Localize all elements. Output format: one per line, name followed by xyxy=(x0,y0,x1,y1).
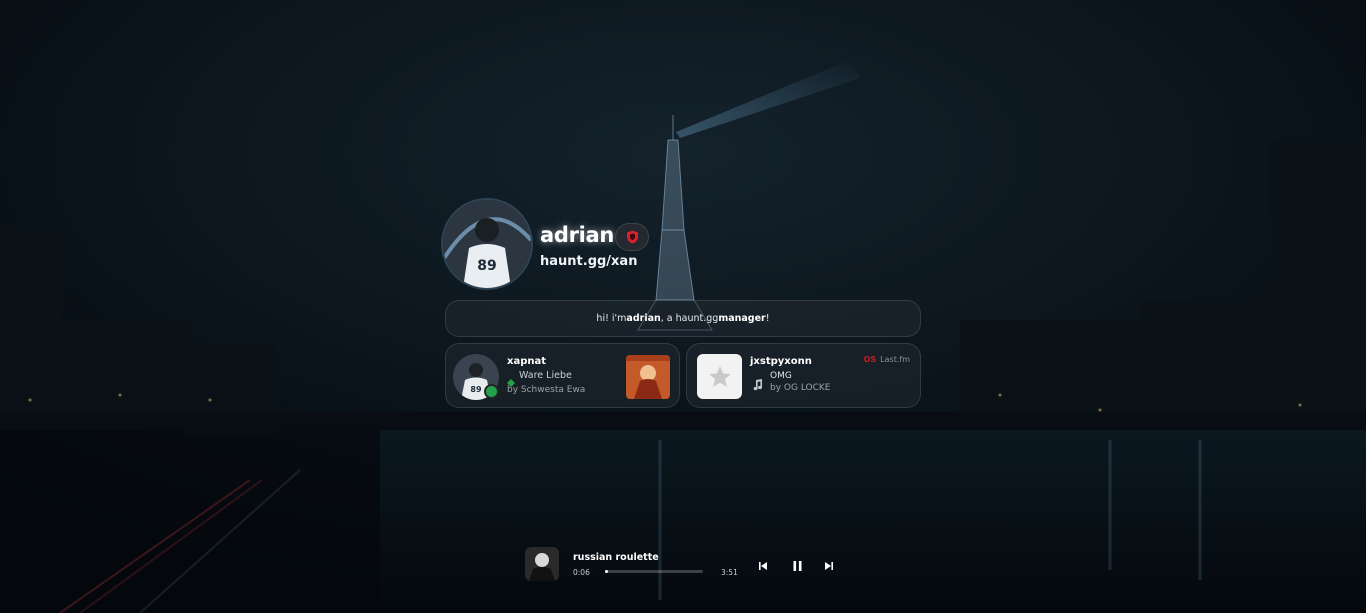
bio-suffix: ! xyxy=(765,313,770,324)
album-art xyxy=(626,355,670,399)
profile-avatar[interactable]: 89 xyxy=(443,200,531,288)
lastfm-song: OMG xyxy=(770,371,792,381)
discord-username: xapnat xyxy=(507,356,547,367)
player-duration: 3:51 xyxy=(721,568,738,577)
star-icon xyxy=(708,365,731,387)
player-current-time: 0:06 xyxy=(573,568,590,577)
svg-text:89: 89 xyxy=(477,258,496,274)
player-cover xyxy=(525,547,559,581)
discord-artist: by Schwesta Ewa xyxy=(507,385,586,395)
profile-handle[interactable]: haunt.gg/xan xyxy=(540,254,637,269)
lastfm-service: OS Last.fm xyxy=(864,355,910,364)
skip-back-icon xyxy=(759,562,767,570)
pause-button[interactable] xyxy=(789,558,805,574)
track-cover-placeholder xyxy=(697,354,742,399)
lastfm-username: jxstpyxonn xyxy=(750,356,812,367)
lastfm-card[interactable]: jxstpyxonn OS Last.fm OMG by OG LOCKE xyxy=(686,343,921,408)
player-progress-fill xyxy=(605,570,608,573)
player-progress-bar[interactable] xyxy=(605,570,703,573)
bio-role: manager xyxy=(718,313,766,324)
online-status-dot xyxy=(484,384,499,399)
role-badge[interactable] xyxy=(615,223,649,251)
bio-box: hi! i'm adrian, a haunt.gg manager! xyxy=(445,300,921,337)
music-note-icon xyxy=(752,376,763,395)
skip-forward-icon xyxy=(825,562,833,570)
discord-song: Ware Liebe xyxy=(519,370,572,381)
pause-icon xyxy=(793,561,801,571)
next-button[interactable] xyxy=(821,558,837,574)
previous-button[interactable] xyxy=(755,558,771,574)
shield-icon xyxy=(626,230,638,244)
profile-username: adrian xyxy=(540,223,615,247)
music-player: russian roulette 0:06 3:51 xyxy=(525,547,845,585)
bio-middle: , a haunt.gg xyxy=(660,313,719,324)
lastfm-artist: by OG LOCKE xyxy=(770,383,831,393)
bio-name: adrian xyxy=(626,313,661,324)
lastfm-logo-icon: OS xyxy=(863,355,877,364)
profile-header: 89 adrian haunt.gg/xan xyxy=(443,200,923,290)
discord-presence-card[interactable]: 89 xapnat Ware Liebe by Schwesta Ewa xyxy=(445,343,680,408)
svg-text:89: 89 xyxy=(470,385,482,394)
bio-prefix: hi! i'm xyxy=(596,313,627,324)
player-track-title: russian roulette xyxy=(573,552,659,563)
lastfm-service-label: Last.fm xyxy=(880,355,910,364)
